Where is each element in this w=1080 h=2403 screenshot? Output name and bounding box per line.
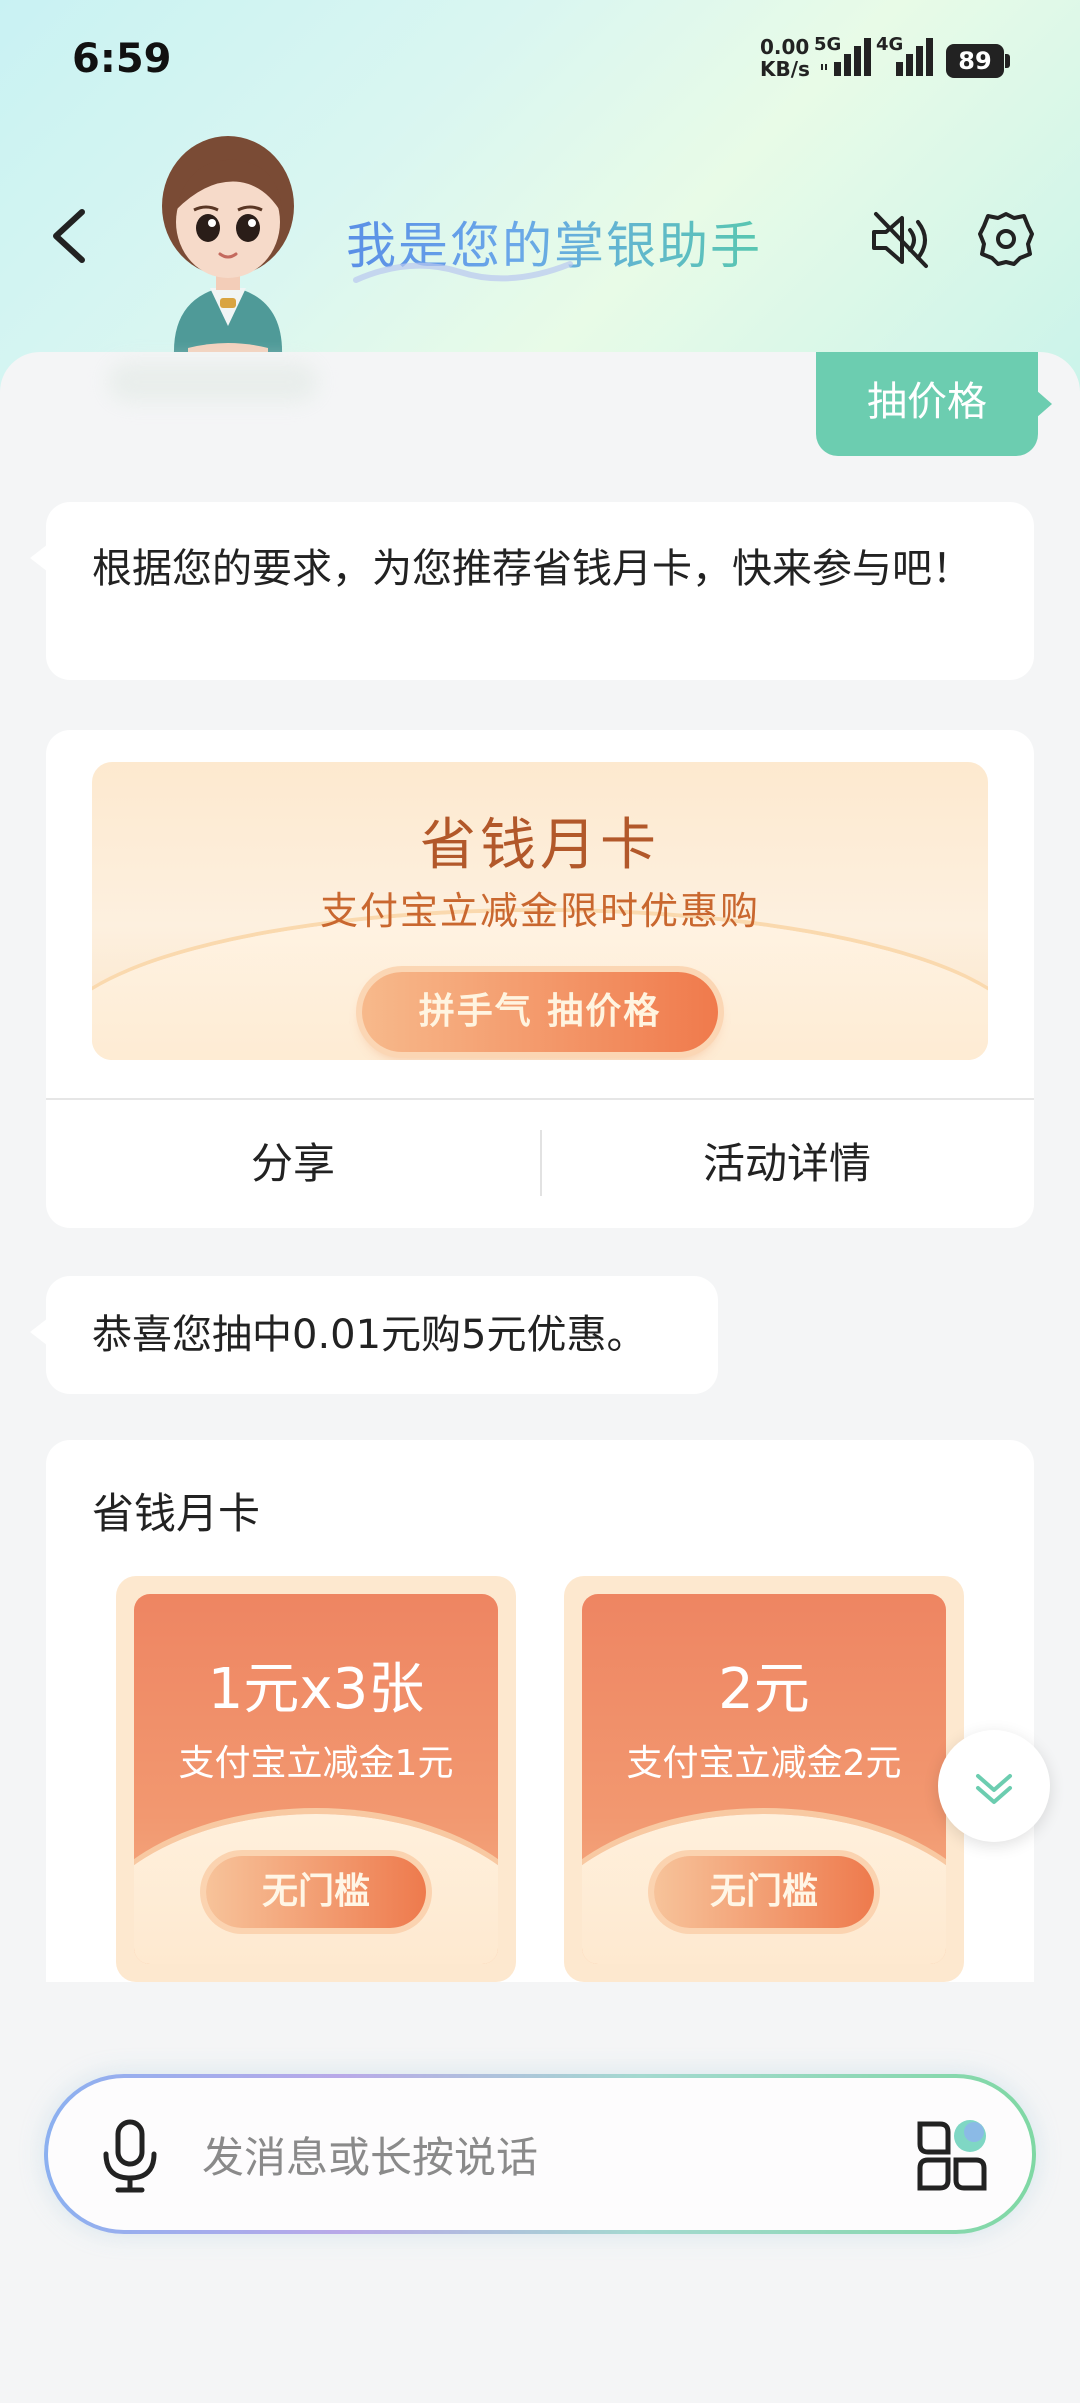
status-time: 6:59 bbox=[72, 36, 172, 82]
previous-message-placeholder bbox=[108, 362, 318, 402]
draw-price-button[interactable]: 拼手气 抽价格 bbox=[362, 972, 718, 1052]
bubble-tail bbox=[30, 544, 48, 572]
assistant-message-text: 恭喜您抽中0.01元购5元优惠。 bbox=[92, 1312, 647, 1358]
apps-menu-icon[interactable] bbox=[910, 2114, 994, 2198]
status-bar: 6:59 0.00 KB/s 5G 4G 89 bbox=[0, 0, 1080, 120]
coupon-amount: 2元 bbox=[718, 1657, 810, 1722]
battery-tip bbox=[1005, 54, 1010, 68]
assistant-message-bubble: 根据您的要求，为您推荐省钱月卡，快来参与吧！ bbox=[30, 502, 1034, 680]
network-speed: 0.00 KB/s bbox=[760, 36, 810, 80]
coupon-description: 支付宝立减金2元 bbox=[626, 1743, 902, 1784]
signal-strength-icon bbox=[821, 38, 871, 76]
message-input-container: 发消息或长按说话 bbox=[48, 2078, 1032, 2230]
back-arrow-icon[interactable] bbox=[46, 206, 96, 266]
coupon-face: 2元 支付宝立减金2元 无门槛 bbox=[582, 1594, 946, 1964]
promo-title: 省钱月卡 bbox=[420, 813, 660, 878]
assistant-message-text: 根据您的要求，为您推荐省钱月卡，快来参与吧！ bbox=[92, 546, 972, 592]
coupon-amount: 1元x3张 bbox=[207, 1657, 425, 1722]
coupon-face: 1元x3张 支付宝立减金1元 无门槛 bbox=[134, 1594, 498, 1964]
coupon-card: 省钱月卡 1元x3张 支付宝立减金1元 无门槛 2元 支付宝立减金2元 无门槛 bbox=[46, 1440, 1034, 1982]
network-speed-value: 0.00 bbox=[760, 35, 810, 59]
assistant-message-bubble: 恭喜您抽中0.01元购5元优惠。 bbox=[30, 1276, 718, 1394]
battery-icon: 89 bbox=[946, 44, 1004, 78]
coupon-item[interactable]: 1元x3张 支付宝立减金1元 无门槛 bbox=[116, 1576, 516, 1982]
share-button[interactable]: 分享 bbox=[46, 1100, 540, 1228]
coupon-card-title: 省钱月卡 bbox=[92, 1489, 261, 1538]
settings-gear-icon[interactable] bbox=[978, 210, 1034, 268]
assistant-avatar[interactable] bbox=[148, 126, 308, 356]
promo-banner[interactable]: 省钱月卡 支付宝立减金限时优惠购 拼手气 抽价格 bbox=[92, 762, 988, 1060]
activity-details-button[interactable]: 活动详情 bbox=[540, 1100, 1034, 1228]
user-message-bubble[interactable]: 抽价格 bbox=[816, 352, 1052, 456]
double-chevron-down-icon bbox=[976, 1774, 1012, 1804]
scroll-to-bottom-button[interactable] bbox=[938, 1730, 1050, 1842]
coupon-no-threshold-button[interactable]: 无门槛 bbox=[206, 1856, 426, 1928]
coupon-no-threshold-button[interactable]: 无门槛 bbox=[654, 1856, 874, 1928]
mute-speaker-icon[interactable] bbox=[868, 210, 934, 270]
bubble-tail bbox=[30, 1318, 48, 1346]
coupon-description: 支付宝立减金1元 bbox=[178, 1743, 454, 1784]
promo-subtitle: 支付宝立减金限时优惠购 bbox=[319, 889, 760, 933]
message-input[interactable]: 发消息或长按说话 bbox=[202, 2124, 538, 2185]
title-decoration bbox=[353, 261, 573, 283]
network-speed-unit: KB/s bbox=[760, 57, 810, 81]
coupon-item[interactable]: 2元 支付宝立减金2元 无门槛 bbox=[564, 1576, 964, 1982]
microphone-icon[interactable] bbox=[100, 2118, 160, 2194]
message-input-bar: 发消息或长按说话 bbox=[44, 2074, 1036, 2234]
promo-card: 省钱月卡 支付宝立减金限时优惠购 拼手气 抽价格 分享 活动详情 bbox=[46, 730, 1034, 1228]
signal-strength-icon bbox=[896, 38, 933, 76]
